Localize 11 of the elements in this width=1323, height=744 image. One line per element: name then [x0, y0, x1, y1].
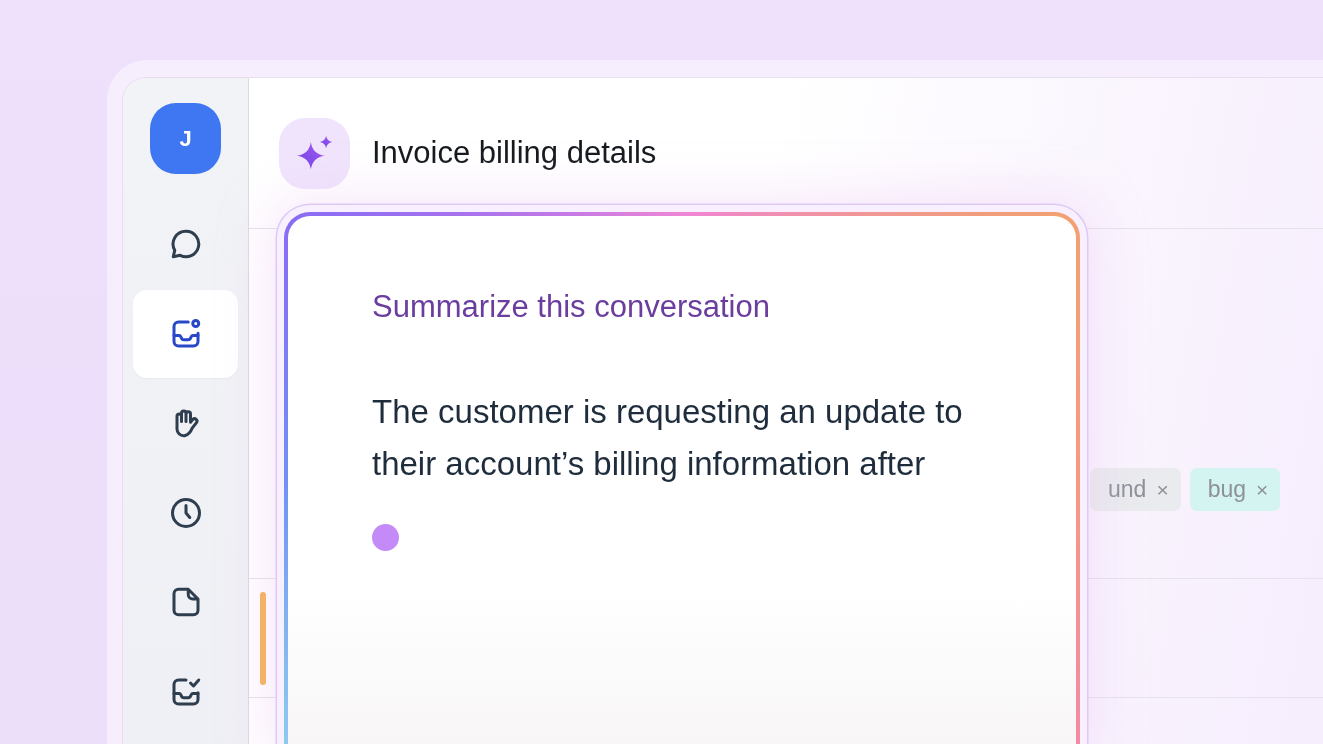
accent-bar-icon	[260, 592, 266, 685]
tag-label: bug	[1207, 475, 1246, 504]
tag-remove-button[interactable]: ×	[1256, 477, 1269, 502]
tag-label: und	[1108, 475, 1147, 504]
nav-button[interactable]	[133, 289, 238, 378]
sparkle-icon	[279, 117, 350, 189]
user-avatar[interactable]: J	[150, 103, 221, 174]
summary-text: The customer is requesting an update to their account’s billing information after	[372, 392, 964, 484]
tag-remove-button[interactable]: ×	[1156, 477, 1169, 502]
prompt-text: Summarize this conversation	[372, 288, 771, 325]
conversation-title: Invoice billing details	[372, 134, 657, 172]
